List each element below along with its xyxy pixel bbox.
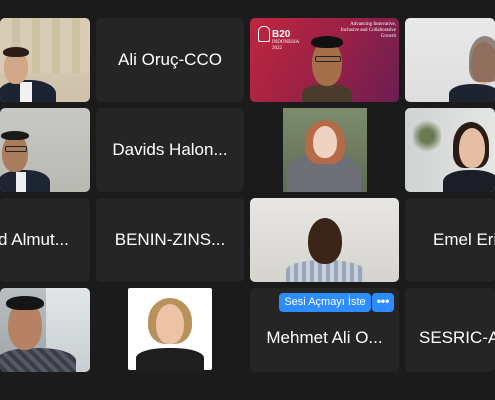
participant-tile-ali[interactable]: Ali Oruç-CCO — [96, 18, 244, 102]
profile-photo — [128, 288, 212, 370]
video-feed — [0, 18, 90, 102]
participant-video-1[interactable] — [0, 18, 90, 102]
participant-tile-emel[interactable]: Emel Eri — [405, 198, 495, 282]
participant-name: Emel Eri — [433, 230, 495, 249]
participant-video-5[interactable] — [0, 108, 90, 192]
participant-name: Davids Halon... — [112, 140, 228, 159]
participant-video-13[interactable] — [0, 288, 90, 372]
participant-tile-benin[interactable]: BENIN-ZINS... — [96, 198, 244, 282]
video-feed: B20 INDONESIA 2022 Advancing Innovative,… — [250, 18, 399, 102]
participant-name: BENIN-ZINS... — [114, 230, 226, 249]
b20-logo-emblem — [258, 26, 270, 42]
video-feed — [283, 108, 367, 192]
video-feed — [0, 108, 90, 192]
video-feed — [405, 18, 495, 102]
video-feed — [405, 108, 495, 192]
participant-video-7[interactable] — [250, 108, 399, 192]
participant-tile-almut[interactable]: d Almut... — [0, 198, 90, 282]
video-feed — [250, 198, 399, 282]
participant-tile-sesric[interactable]: SESRIC-A — [405, 288, 495, 372]
participant-tile-davids[interactable]: Davids Halon... — [96, 108, 244, 192]
more-options-button[interactable]: ••• — [372, 293, 394, 312]
ask-to-unmute-button[interactable]: Sesi Açmayı İste — [279, 293, 371, 312]
b20-logo: B20 — [272, 29, 291, 40]
participant-video-b20[interactable]: B20 INDONESIA 2022 Advancing Innovative,… — [250, 18, 399, 102]
participant-name: Mehmet Ali O... — [266, 328, 383, 347]
participant-name: d Almut... — [0, 230, 69, 249]
participant-name: SESRIC-A — [419, 328, 495, 347]
participant-video-8[interactable] — [405, 108, 495, 192]
participant-tile-mehmet[interactable]: Sesi Açmayı İste ••• Mehmet Ali O... — [250, 288, 399, 372]
participant-name: Ali Oruç-CCO — [118, 50, 222, 69]
video-feed — [0, 288, 90, 372]
plant-backdrop — [413, 118, 441, 154]
b20-tagline: Advancing Innovative, Inclusive and Coll… — [340, 22, 396, 39]
participant-video-11[interactable] — [250, 198, 399, 282]
participant-video-4[interactable] — [405, 18, 495, 102]
b20-sub: INDONESIA 2022 — [272, 40, 299, 51]
participant-video-14[interactable] — [96, 288, 244, 372]
